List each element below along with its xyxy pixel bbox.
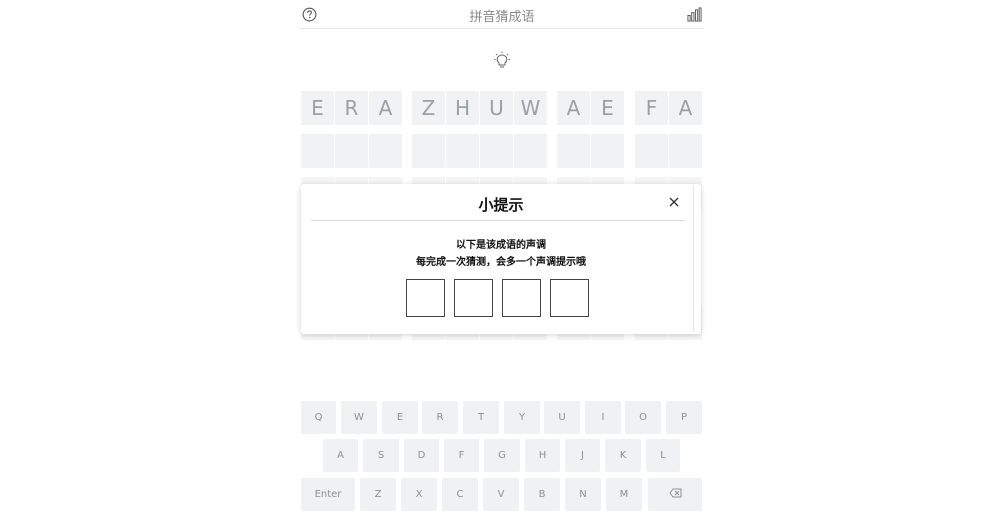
key-j[interactable]: J [565,439,600,472]
letter-cell [514,134,547,168]
key-v[interactable]: V [483,478,519,511]
key-g[interactable]: G [484,439,520,472]
letter-cell: F [635,91,668,125]
syllable-group: E R A [301,91,402,125]
letter-cell [591,134,624,168]
hint-text-2: 每完成一次猜测，会多一个声调提示哦 [416,257,586,268]
key-w[interactable]: W [341,401,377,434]
letter-cell: E [301,91,334,125]
tone-box [454,279,493,317]
bar-chart-icon[interactable] [686,6,702,22]
key-s[interactable]: S [363,439,399,472]
letter-cell [301,134,334,168]
letter-cell: A [369,91,402,125]
letter-cell: H [446,91,479,125]
enter-key[interactable]: Enter [301,478,355,511]
tone-box [502,279,541,317]
letter-cell [412,134,445,168]
key-u[interactable]: U [544,401,580,434]
header: 拼音猜成语 [300,0,704,29]
key-o[interactable]: O [625,401,661,434]
key-r[interactable]: R [422,401,458,434]
key-a[interactable]: A [323,439,358,472]
tone-boxes [406,279,589,317]
tone-box [406,279,445,317]
key-n[interactable]: N [565,478,601,511]
hint-text-1: 以下是该成语的声调 [456,240,546,251]
key-l[interactable]: L [646,439,680,472]
letter-cell: E [591,91,624,125]
syllable-group: A E [557,91,624,125]
key-p[interactable]: P [666,401,702,434]
key-z[interactable]: Z [360,478,396,511]
syllable-group: F A [635,91,702,125]
letter-cell: W [514,91,547,125]
letter-cell [446,134,479,168]
key-h[interactable]: H [525,439,560,472]
letter-cell: U [480,91,513,125]
letter-cell: R [335,91,368,125]
syllable-group: Z H U W [412,91,547,125]
letter-cell [335,134,368,168]
letter-cell: Z [412,91,445,125]
key-m[interactable]: M [606,478,642,511]
letter-cell [480,134,513,168]
letter-cell: A [557,91,590,125]
lightbulb-icon[interactable] [492,51,512,71]
page-title: 拼音猜成语 [469,10,535,25]
key-i[interactable]: I [585,401,621,434]
key-k[interactable]: K [605,439,641,472]
key-d[interactable]: D [404,439,439,472]
key-x[interactable]: X [401,478,437,511]
letter-cell [557,134,590,168]
key-q[interactable]: Q [301,401,336,434]
guess-row-1: E R A Z H U W A E F A [301,91,703,125]
guess-row-2 [301,134,703,168]
key-y[interactable]: Y [504,401,540,434]
letter-cell [369,134,402,168]
modal-title: 小提示 [478,196,524,214]
hint-modal: 小提示 以下是该成语的声调 每完成一次猜测，会多一个声调提示哦 [301,184,701,334]
modal-divider [311,220,685,221]
key-t[interactable]: T [463,401,499,434]
key-b[interactable]: B [524,478,560,511]
key-e[interactable]: E [382,401,418,434]
key-f[interactable]: F [444,439,479,472]
backspace-icon [668,488,682,501]
key-c[interactable]: C [442,478,478,511]
letter-cell: A [669,91,702,125]
backspace-key[interactable] [648,478,702,511]
tone-box [550,279,589,317]
letter-cell [669,134,702,168]
letter-cell [635,134,668,168]
close-icon[interactable] [667,195,681,209]
